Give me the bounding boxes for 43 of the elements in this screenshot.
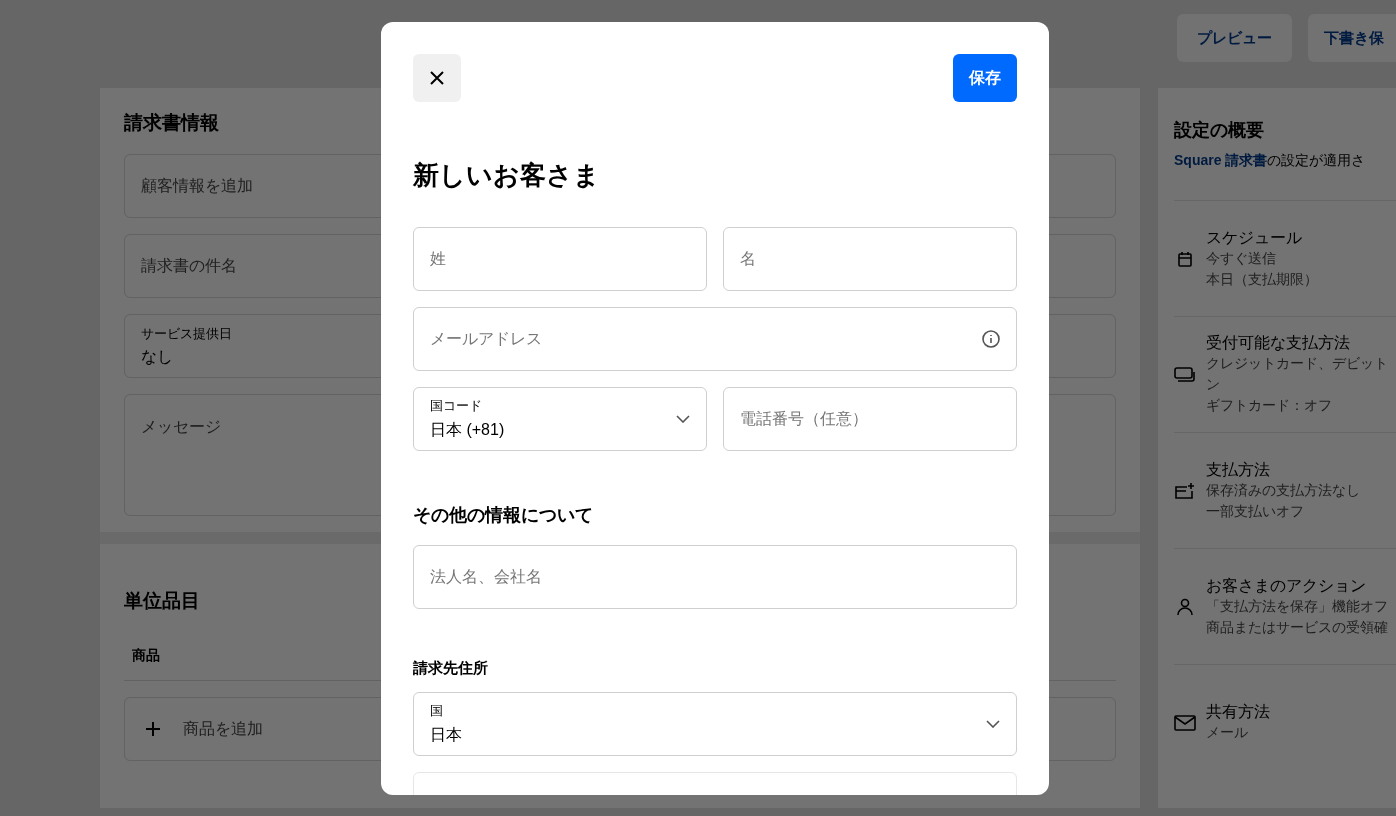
header-button[interactable]: プレビュー [1177, 14, 1292, 62]
envelope-icon [1174, 713, 1196, 732]
select-field[interactable]: 国コード 日本 (+81) [413, 387, 707, 451]
chevron-icon [986, 720, 1000, 728]
text-field[interactable]: 名 [723, 227, 1017, 291]
setting-detail: クレジットカード、デビット [1206, 355, 1388, 373]
save-button[interactable]: 保存 [953, 54, 1017, 102]
settings-link[interactable]: Square 請求書 [1174, 152, 1268, 168]
setting-title: お客さまのアクション [1206, 575, 1367, 596]
column-header: 商品 [132, 647, 160, 665]
card-plus-icon [1174, 481, 1196, 500]
setting-title: スケジュール [1206, 227, 1303, 248]
dialog-title: 新しいお客さま [413, 159, 601, 192]
setting-detail: 商品またはサービスの受領確 [1206, 618, 1388, 637]
setting-detail: 今すぐ送信 [1206, 249, 1277, 268]
text-field[interactable]: 姓 [413, 227, 707, 291]
text-field[interactable]: 電話番号（任意） [723, 387, 1017, 451]
chevron-icon [676, 415, 690, 423]
setting-detail: メール [1206, 724, 1249, 742]
setting-detail: ギフトカード：オフ [1206, 397, 1333, 415]
section-heading: その他の情報について [413, 504, 594, 527]
cards-icon [1174, 365, 1196, 384]
setting-detail: 本日（支払期限） [1206, 270, 1318, 289]
setting-title: 支払方法 [1206, 459, 1271, 480]
settings-note: Square 請求書の設定が適用さ [1174, 152, 1367, 170]
close-button[interactable] [413, 54, 461, 102]
close-icon [430, 71, 444, 85]
setting-title: 共有方法 [1206, 702, 1270, 722]
section-heading: 請求書情報 [124, 111, 220, 135]
panel-heading: 設定の概要 [1174, 119, 1265, 142]
section-heading: 単位品目 [124, 589, 201, 613]
setting-detail: 「支払方法を保存」機能オフ [1206, 597, 1388, 616]
country-select[interactable]: 国 日本 [413, 692, 1017, 756]
setting-detail: 保存済みの支払方法なし [1206, 481, 1360, 500]
person-icon [1174, 597, 1196, 616]
setting-detail: ン [1206, 376, 1221, 394]
setting-title: 受付可能な支払方法 [1206, 333, 1351, 353]
plus-icon [145, 721, 161, 737]
company-field[interactable]: 法人名、会社名 [413, 545, 1017, 609]
section-heading: 請求先住所 [413, 659, 489, 678]
email-field[interactable]: メールアドレス [413, 307, 1017, 371]
header-button[interactable]: 下書き保 [1308, 14, 1396, 62]
setting-detail: 一部支払いオフ [1206, 502, 1305, 521]
